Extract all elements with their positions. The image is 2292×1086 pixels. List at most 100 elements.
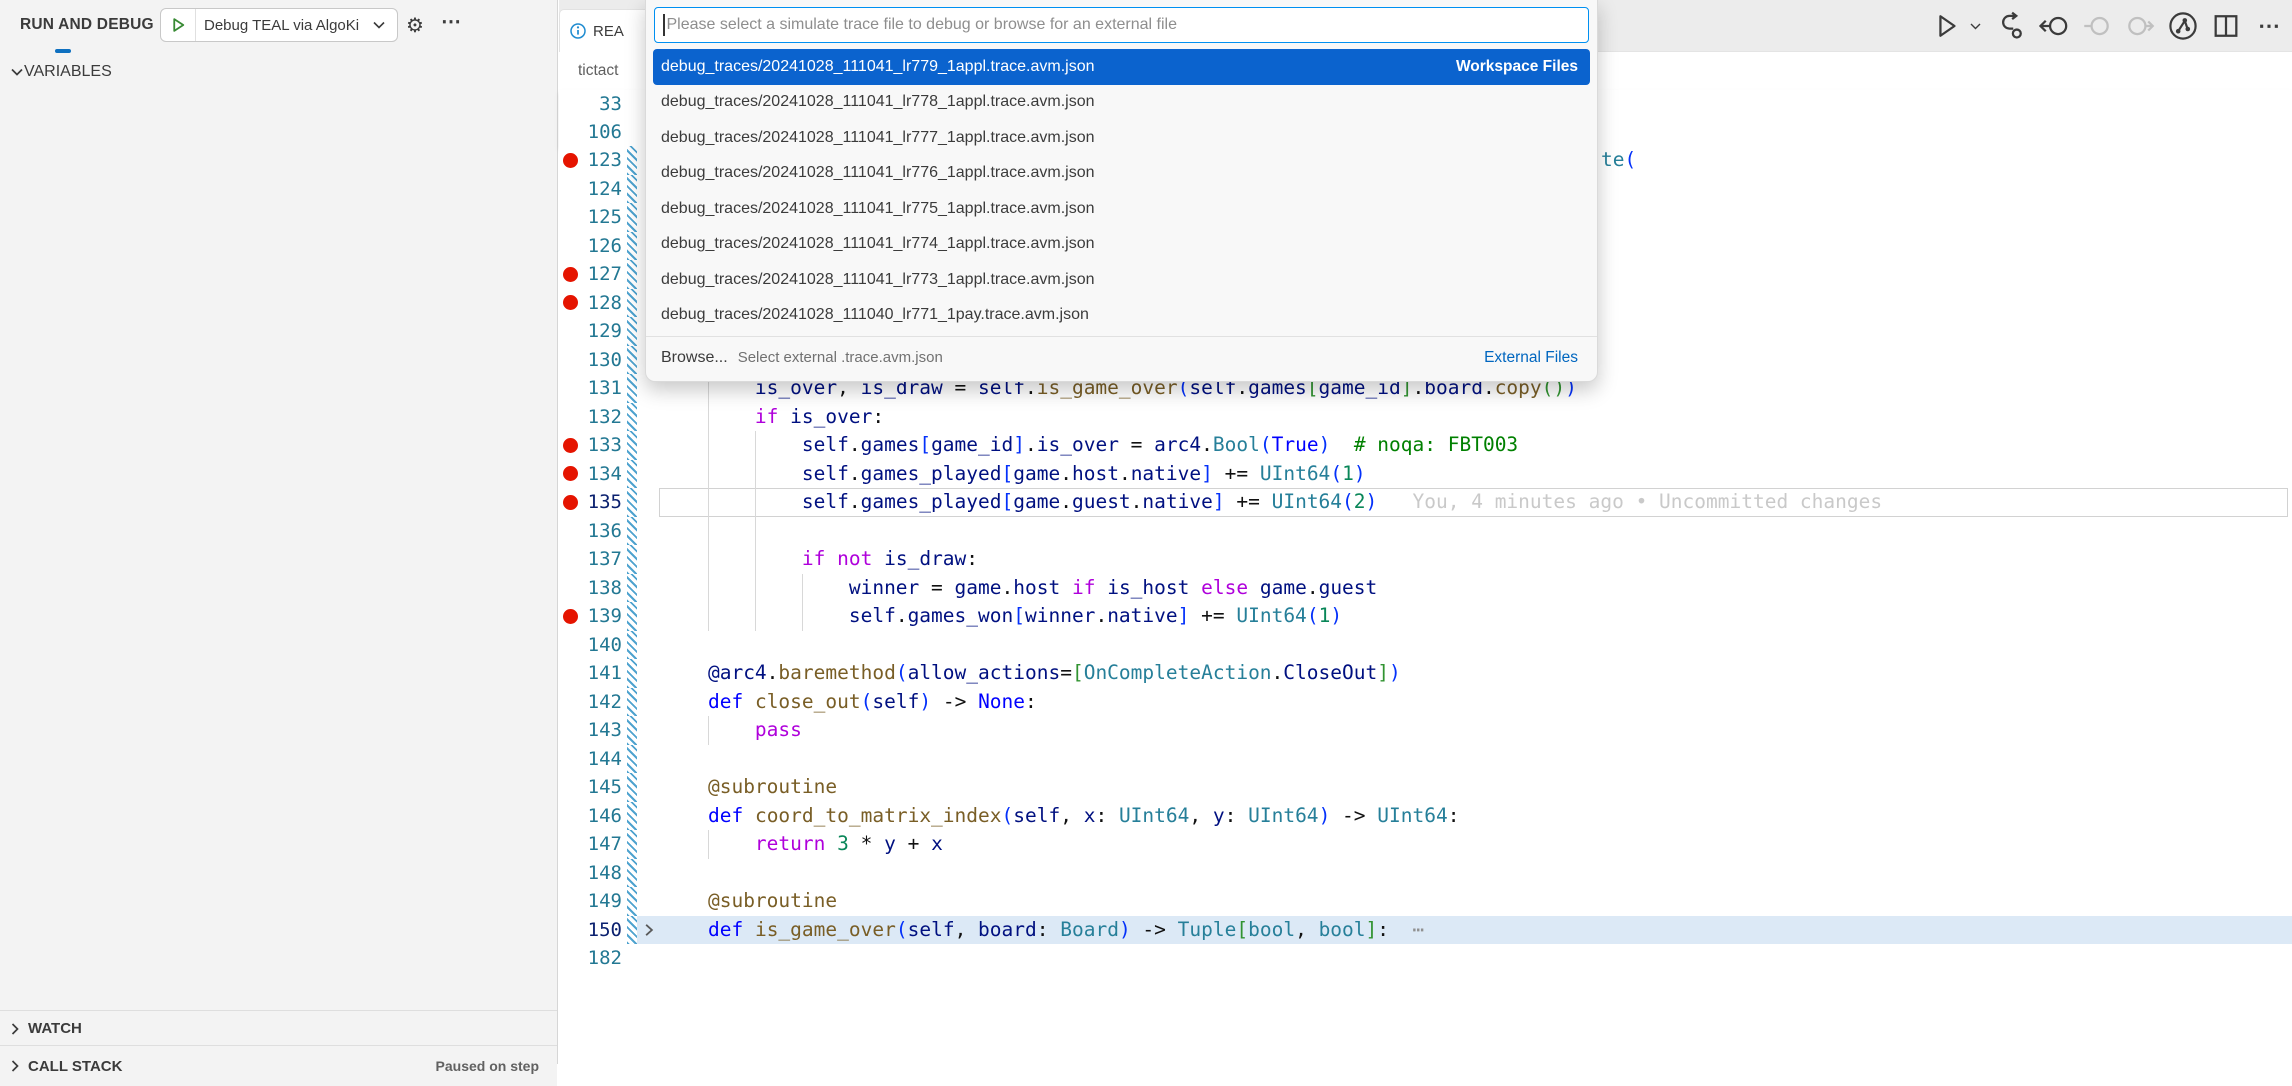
line-number[interactable]: 140 (581, 631, 622, 660)
line-number[interactable]: 139 (581, 602, 622, 631)
quickpick-item[interactable]: debug_traces/20241028_111041_lr779_1appl… (653, 49, 1590, 85)
fold-gutter[interactable] (637, 859, 661, 888)
code-line-138[interactable]: 138 winner = game.host if is_host else g… (559, 574, 2292, 603)
code-text[interactable]: if is_over: (661, 403, 2292, 432)
line-number[interactable]: 144 (581, 745, 622, 774)
code-text[interactable]: @arc4.baremethod(allow_actions=[OnComple… (661, 659, 2292, 688)
line-number[interactable]: 133 (581, 431, 622, 460)
code-text[interactable]: @subroutine (661, 773, 2292, 802)
gear-icon[interactable]: ⚙ (406, 13, 424, 38)
code-text[interactable] (661, 631, 2292, 660)
breakpoint-gutter[interactable] (559, 346, 581, 375)
section-variables[interactable]: VARIABLES (0, 56, 557, 88)
breakpoint-gutter[interactable] (559, 146, 581, 175)
breakpoint-gutter[interactable] (559, 574, 581, 603)
line-number[interactable]: 124 (581, 175, 622, 204)
code-text[interactable]: return 3 * y + x (661, 830, 2292, 859)
breakpoint-gutter[interactable] (559, 802, 581, 831)
code-line-137[interactable]: 137 if not is_draw: (559, 545, 2292, 574)
quickpick-browse-item[interactable]: Browse... Select external .trace.avm.jso… (653, 340, 1590, 375)
breakpoint-gutter[interactable] (559, 859, 581, 888)
breakpoint-gutter[interactable] (559, 232, 581, 261)
code-line-132[interactable]: 132 if is_over: (559, 403, 2292, 432)
split-editor-icon[interactable] (2209, 9, 2243, 43)
quickpick-item[interactable]: debug_traces/20241028_111041_lr773_1appl… (653, 262, 1590, 298)
line-number[interactable]: 143 (581, 716, 622, 745)
breakpoint-gutter[interactable] (559, 659, 581, 688)
breakpoint-gutter[interactable] (559, 317, 581, 346)
code-line-133[interactable]: 133 self.games[game_id].is_over = arc4.B… (559, 431, 2292, 460)
breakpoint-gutter[interactable] (559, 517, 581, 546)
reverse-continue-icon[interactable] (2080, 9, 2114, 43)
breakpoint-gutter[interactable] (559, 631, 581, 660)
breakpoint-icon[interactable] (563, 495, 578, 510)
line-number[interactable]: 149 (581, 887, 622, 916)
fold-gutter[interactable] (637, 745, 661, 774)
code-line-148[interactable]: 148 (559, 859, 2292, 888)
line-number[interactable]: 147 (581, 830, 622, 859)
quickpick-input[interactable]: Please select a simulate trace file to d… (654, 7, 1589, 43)
fold-gutter[interactable] (637, 488, 661, 517)
code-text[interactable] (661, 944, 2292, 973)
section-call-stack[interactable]: CALL STACK Paused on step (0, 1045, 557, 1086)
line-number[interactable]: 182 (581, 944, 622, 973)
line-number[interactable]: 150 (581, 916, 622, 945)
breadcrumb-file[interactable]: tictact (578, 62, 618, 80)
line-number[interactable]: 145 (581, 773, 622, 802)
breakpoint-gutter[interactable] (559, 175, 581, 204)
code-text[interactable]: def coord_to_matrix_index(self, x: UInt6… (661, 802, 2292, 831)
breakpoint-icon[interactable] (563, 609, 578, 624)
fold-gutter[interactable] (637, 602, 661, 631)
line-number[interactable]: 132 (581, 403, 622, 432)
breakpoint-gutter[interactable] (559, 716, 581, 745)
quickpick-item[interactable]: debug_traces/20241028_111041_lr778_1appl… (653, 85, 1590, 121)
code-text[interactable] (661, 859, 2292, 888)
breakpoint-gutter[interactable] (559, 944, 581, 973)
code-line-144[interactable]: 144 (559, 745, 2292, 774)
fold-gutter[interactable] (637, 916, 661, 945)
code-text[interactable]: def is_game_over(self, board: Board) -> … (661, 916, 2292, 945)
debug-graph-icon[interactable] (2166, 9, 2200, 43)
code-text[interactable]: pass (661, 716, 2292, 745)
code-line-136[interactable]: 136 (559, 517, 2292, 546)
line-number[interactable]: 126 (581, 232, 622, 261)
fold-gutter[interactable] (637, 944, 661, 973)
more-actions-icon[interactable]: ⋯ (2252, 9, 2286, 43)
fold-gutter[interactable] (637, 802, 661, 831)
line-number[interactable]: 138 (581, 574, 622, 603)
line-number[interactable]: 131 (581, 374, 622, 403)
fold-gutter[interactable] (637, 716, 661, 745)
code-text[interactable]: @subroutine (661, 887, 2292, 916)
breakpoint-gutter[interactable] (559, 887, 581, 916)
quickpick-item[interactable]: debug_traces/20241028_111041_lr775_1appl… (653, 191, 1590, 227)
fold-gutter[interactable] (637, 773, 661, 802)
fold-gutter[interactable] (637, 631, 661, 660)
breakpoint-gutter[interactable] (559, 289, 581, 318)
breakpoint-gutter[interactable] (559, 374, 581, 403)
breakpoint-gutter[interactable] (559, 830, 581, 859)
code-line-143[interactable]: 143 pass (559, 716, 2292, 745)
fold-gutter[interactable] (637, 574, 661, 603)
breakpoint-gutter[interactable] (559, 460, 581, 489)
line-number[interactable]: 134 (581, 460, 622, 489)
code-line-146[interactable]: 146 def coord_to_matrix_index(self, x: U… (559, 802, 2292, 831)
breakpoint-gutter[interactable] (559, 745, 581, 774)
fold-gutter[interactable] (637, 887, 661, 916)
code-line-149[interactable]: 149 @subroutine (559, 887, 2292, 916)
line-number[interactable]: 136 (581, 517, 622, 546)
breakpoint-gutter[interactable] (559, 688, 581, 717)
breakpoint-gutter[interactable] (559, 403, 581, 432)
line-number[interactable]: 127 (581, 260, 622, 289)
debug-config-dropdown[interactable] (364, 20, 394, 30)
line-number[interactable]: 129 (581, 317, 622, 346)
step-back-icon[interactable] (2037, 9, 2071, 43)
section-watch[interactable]: WATCH (0, 1010, 557, 1046)
line-number[interactable]: 123 (581, 146, 622, 175)
debug-trace-icon[interactable] (1994, 9, 2028, 43)
breakpoint-gutter[interactable] (559, 260, 581, 289)
breakpoint-gutter[interactable] (559, 90, 581, 118)
code-line-145[interactable]: 145 @subroutine (559, 773, 2292, 802)
line-number[interactable]: 146 (581, 802, 622, 831)
breakpoint-gutter[interactable] (559, 602, 581, 631)
line-number[interactable]: 106 (581, 118, 622, 146)
